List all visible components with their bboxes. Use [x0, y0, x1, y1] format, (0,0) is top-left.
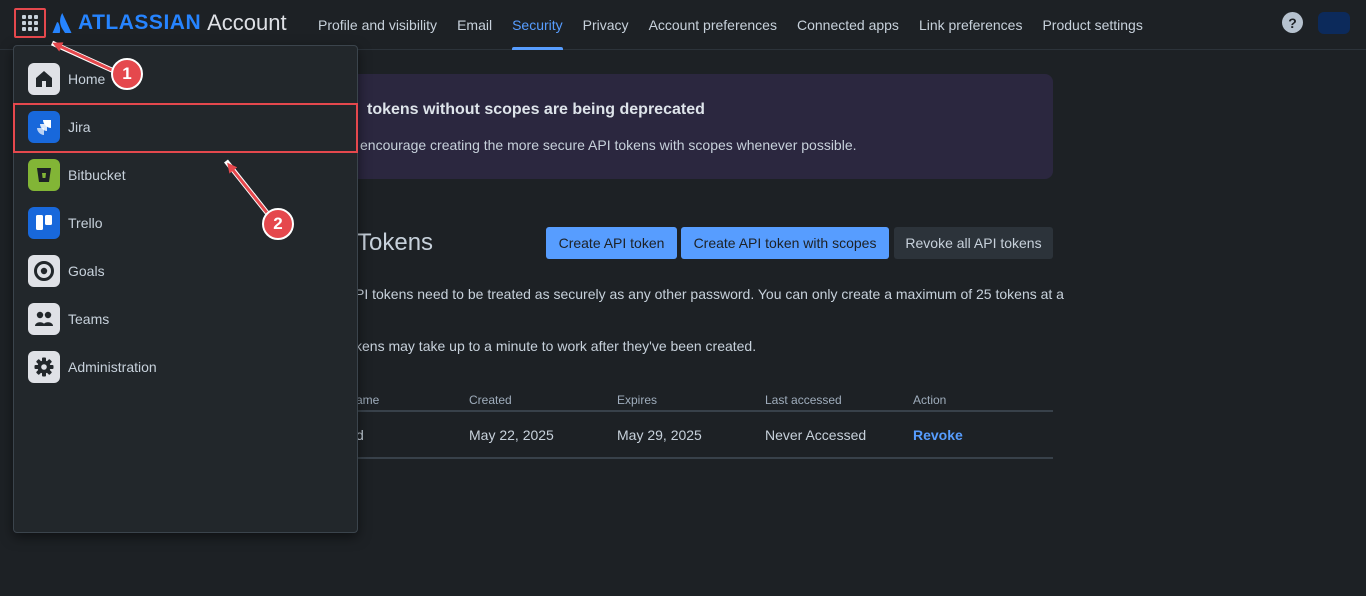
annotation-arrows [0, 0, 1366, 596]
annotation-callout-2: 2 [262, 208, 294, 240]
annotation-callout-1: 1 [111, 58, 143, 90]
